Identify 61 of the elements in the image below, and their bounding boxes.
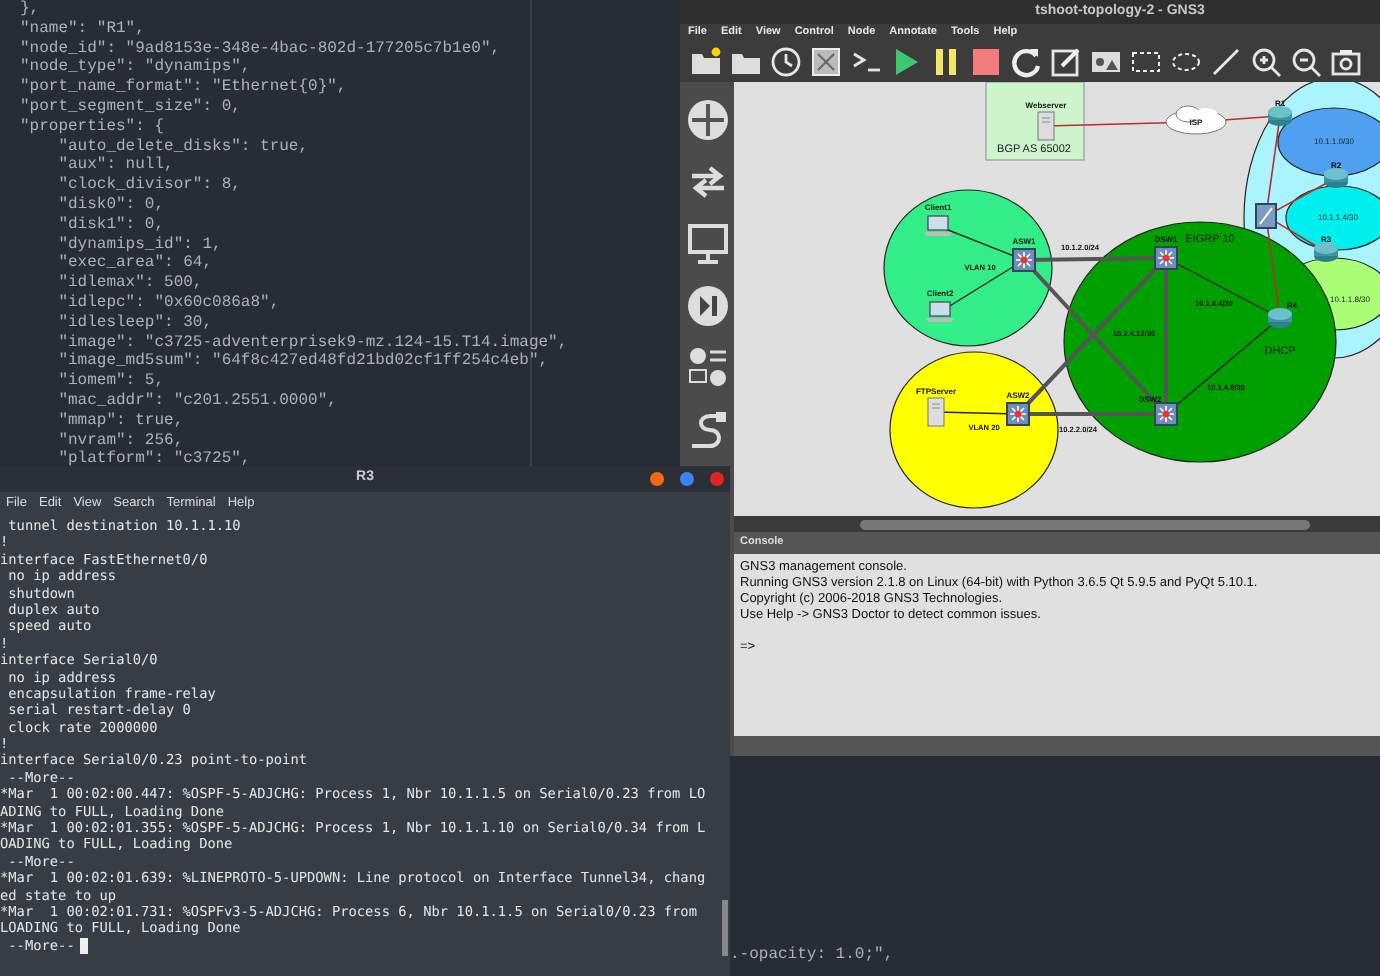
code-line: "idlepc": "0x60c086a8", xyxy=(56,293,280,314)
scrollbar-thumb[interactable] xyxy=(722,900,728,956)
rectangle-icon[interactable] xyxy=(1130,46,1162,78)
router-icon[interactable] xyxy=(1314,242,1338,262)
zoom-out-icon[interactable] xyxy=(1290,46,1322,78)
code-line: "iomem": 5, xyxy=(56,372,165,392)
text-cursor xyxy=(80,937,89,954)
code-line: "image": "c3725-adventerprisek9-mz.124-15.T14.image", xyxy=(56,333,568,352)
switch-icon[interactable] xyxy=(1154,402,1178,426)
reload-icon[interactable] xyxy=(1010,46,1042,78)
switch-icon[interactable] xyxy=(1012,248,1036,272)
switch-icon[interactable] xyxy=(1006,402,1030,426)
frswitch-icon[interactable] xyxy=(1255,203,1277,229)
code-line: "platform": "c3725", xyxy=(56,450,251,471)
code-line: "node_id": "9ad8153e-348e-4bac-802d-177205c7b1e0", xyxy=(20,39,501,58)
code-line: "image_md5sum": "64f8c427ed48fd21bd02cf1ff254c4eb", xyxy=(56,352,549,372)
camera-icon[interactable] xyxy=(1330,46,1362,78)
code-line: "node_type": "dynamips", xyxy=(20,58,251,78)
edit-note-icon[interactable] xyxy=(1050,46,1082,78)
new-project-icon[interactable] xyxy=(690,46,722,78)
code-line: "nvram": 256, xyxy=(56,431,184,450)
code-line: }, xyxy=(20,0,40,20)
device-group-icon[interactable] xyxy=(685,346,729,390)
code-line: "disk1": 0, xyxy=(56,215,165,236)
line-icon[interactable] xyxy=(1210,46,1242,78)
horizontal-scrollbar[interactable] xyxy=(734,516,1380,532)
zoom-in-icon[interactable] xyxy=(1250,46,1282,78)
switch-icon[interactable] xyxy=(1154,246,1178,270)
image-icon[interactable] xyxy=(1090,46,1122,78)
code-line: "port_name_format": "Ethernet{0}", xyxy=(20,78,347,98)
code-line: "aux": null, xyxy=(56,156,174,176)
router-icon[interactable] xyxy=(1324,168,1348,188)
monitor-icon[interactable] xyxy=(685,222,729,266)
code-line: "properties": { xyxy=(20,117,165,138)
code-line: "mmap": true, xyxy=(56,411,184,432)
start-icon[interactable] xyxy=(890,46,922,78)
router-icon[interactable] xyxy=(685,98,729,142)
code-line: .-opacity: 1.0;", xyxy=(730,946,894,966)
code-line: "auto_delete_disks": true, xyxy=(56,137,309,156)
scrollbar-thumb[interactable] xyxy=(860,519,1310,529)
cloud-icon[interactable] xyxy=(1165,105,1227,135)
maximize-button[interactable] xyxy=(680,472,694,486)
pause-icon[interactable] xyxy=(930,46,962,78)
code-line: "dynamips_id": 1, xyxy=(56,235,222,254)
code-line: "idlesleep": 30, xyxy=(56,313,213,334)
code-line: "port_segment_size": 0, xyxy=(20,97,241,118)
diagram-icon[interactable] xyxy=(810,46,842,78)
router-icon[interactable] xyxy=(1268,106,1292,126)
laptop-icon[interactable] xyxy=(924,215,952,236)
play-pause-icon[interactable] xyxy=(685,284,729,328)
laptop-icon[interactable] xyxy=(926,301,954,322)
stop-icon[interactable] xyxy=(970,46,1002,78)
close-button[interactable] xyxy=(710,472,724,486)
code-line: "name": "R1", xyxy=(20,19,145,40)
code-line: "disk0": 0, xyxy=(56,195,165,216)
minimize-button[interactable] xyxy=(650,472,664,486)
code-line: "exec_area": 64, xyxy=(56,254,213,274)
clock-icon[interactable] xyxy=(770,46,802,78)
code-line: "clock_divisor": 8, xyxy=(56,176,241,196)
code-line: "idlemax": 500, xyxy=(56,274,203,294)
code-line: "mac_addr": "c201.2551.0000", xyxy=(56,391,337,412)
